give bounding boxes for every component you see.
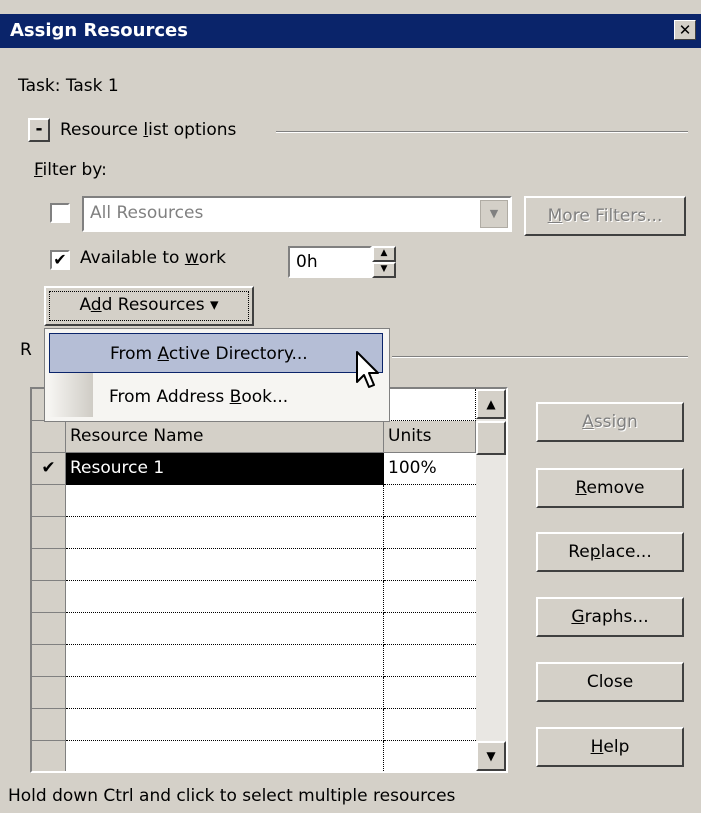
chevron-down-icon[interactable]: ▼ (480, 200, 508, 228)
close-icon[interactable]: ✕ (674, 20, 696, 40)
graphs-button[interactable]: Graphs... (536, 597, 684, 637)
resource-name-cell[interactable] (66, 645, 384, 677)
resource-grid[interactable]: Resource Name Units ✔ Resource 1 100% ▲ … (30, 387, 508, 773)
resource-name-cell[interactable] (66, 485, 384, 517)
table-row[interactable] (32, 709, 476, 741)
row-header (32, 709, 66, 741)
mouse-pointer-icon (356, 351, 379, 388)
table-row[interactable] (32, 581, 476, 613)
resources-section-label: R (20, 340, 32, 360)
window-title: Assign Resources (10, 20, 188, 41)
resource-name-cell[interactable] (66, 709, 384, 741)
resource-name-cell[interactable] (66, 613, 384, 645)
add-resources-button[interactable]: Add Resources ▾ (44, 286, 254, 326)
options-divider (276, 131, 688, 133)
column-header-resource-name[interactable]: Resource Name (66, 421, 384, 453)
units-cell[interactable] (384, 485, 476, 517)
row-header (32, 741, 66, 771)
hours-spinner[interactable]: ▲ ▼ (372, 246, 396, 278)
resource-list-options-label: Resource list options (60, 120, 237, 140)
scroll-down-icon[interactable]: ▼ (476, 741, 506, 771)
units-cell[interactable] (384, 549, 476, 581)
units-cell[interactable] (384, 709, 476, 741)
spin-down-icon[interactable]: ▼ (372, 262, 396, 278)
available-to-work-checkbox[interactable]: ✔ (50, 250, 70, 270)
add-resources-menu: From Active Directory... From Address Bo… (44, 328, 390, 422)
more-filters-button[interactable]: More Filters... (524, 196, 686, 236)
units-cell[interactable] (384, 645, 476, 677)
close-button[interactable]: Close (536, 662, 684, 702)
footer-hint: Hold down Ctrl and click to select multi… (8, 786, 456, 806)
row-header (32, 421, 66, 453)
table-row[interactable] (32, 613, 476, 645)
help-button[interactable]: Help (536, 727, 684, 767)
table-row[interactable] (32, 677, 476, 709)
filter-by-label: Filter by: (34, 160, 107, 180)
row-header (32, 613, 66, 645)
remove-button[interactable]: Remove (536, 468, 684, 508)
table-row[interactable] (32, 741, 476, 771)
replace-button[interactable]: Replace... (536, 532, 684, 572)
table-row[interactable]: ✔ Resource 1 100% (32, 453, 476, 485)
scroll-up-icon[interactable]: ▲ (476, 389, 506, 419)
available-hours-input[interactable]: 0h (288, 246, 372, 278)
units-cell[interactable] (384, 677, 476, 709)
task-label: Task: Task 1 (18, 76, 119, 96)
table-row[interactable] (32, 645, 476, 677)
collapse-options-button[interactable]: - (28, 118, 50, 142)
available-to-work-label: Available to work (80, 248, 226, 268)
menu-item-address-book[interactable]: From Address Book... (49, 377, 383, 417)
row-header (32, 581, 66, 613)
resource-name-cell[interactable] (66, 517, 384, 549)
filter-dropdown[interactable]: All Resources ▼ (82, 196, 512, 232)
units-cell[interactable] (384, 741, 476, 771)
resource-name-cell[interactable] (66, 741, 384, 771)
row-header (32, 549, 66, 581)
assign-button[interactable]: Assign (536, 402, 684, 442)
units-cell[interactable] (384, 517, 476, 549)
grid-header-row: Resource Name Units (32, 421, 476, 453)
resource-name-cell[interactable] (66, 549, 384, 581)
menu-item-active-directory[interactable]: From Active Directory... (49, 333, 383, 373)
spin-up-icon[interactable]: ▲ (372, 246, 396, 262)
units-cell[interactable] (384, 613, 476, 645)
available-hours-value: 0h (296, 252, 318, 272)
row-header (32, 485, 66, 517)
row-header (32, 645, 66, 677)
vertical-scrollbar[interactable]: ▲ ▼ (476, 389, 506, 771)
resources-divider (392, 356, 688, 358)
checkmark-icon: ✔ (32, 453, 66, 485)
table-row[interactable] (32, 549, 476, 581)
resource-name-cell[interactable]: Resource 1 (66, 453, 384, 485)
row-header (32, 677, 66, 709)
resource-name-cell[interactable] (66, 677, 384, 709)
table-row[interactable] (32, 485, 476, 517)
scroll-thumb[interactable] (476, 421, 506, 455)
filter-value: All Resources (90, 203, 204, 223)
column-header-units[interactable]: Units (384, 421, 476, 453)
resource-name-cell[interactable] (66, 581, 384, 613)
units-cell[interactable]: 100% (384, 453, 476, 485)
filter-checkbox[interactable] (50, 203, 70, 223)
table-row[interactable] (32, 517, 476, 549)
units-cell[interactable] (384, 581, 476, 613)
row-header (32, 517, 66, 549)
